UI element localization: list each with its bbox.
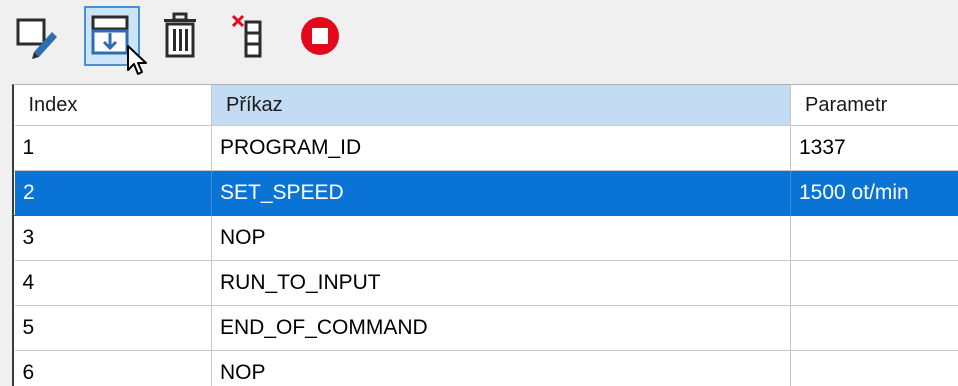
cell-index[interactable]: 2 bbox=[15, 171, 212, 216]
table-row[interactable]: 1 PROGRAM_ID 1337 bbox=[15, 126, 958, 171]
edit-icon bbox=[12, 12, 60, 60]
header-row: Index Příkaz Parametr bbox=[15, 85, 958, 126]
command-table: Index Příkaz Parametr 1 PROGRAM_ID 1337 … bbox=[14, 85, 958, 386]
cell-command[interactable]: SET_SPEED bbox=[212, 171, 791, 216]
cell-index[interactable]: 5 bbox=[15, 306, 212, 351]
delete-column-button[interactable] bbox=[222, 6, 278, 66]
stop-icon bbox=[298, 14, 342, 58]
cell-command[interactable]: NOP bbox=[212, 351, 791, 386]
column-header-index[interactable]: Index bbox=[15, 85, 212, 126]
table-row-selected[interactable]: 2 SET_SPEED 1500 ot/min bbox=[15, 171, 958, 216]
delete-button[interactable] bbox=[152, 6, 208, 66]
cell-index[interactable]: 3 bbox=[15, 216, 212, 261]
cell-parameter[interactable] bbox=[791, 306, 958, 351]
table-row[interactable]: 3 NOP bbox=[15, 216, 958, 261]
cell-parameter[interactable] bbox=[791, 261, 958, 306]
table-row[interactable]: 5 END_OF_COMMAND bbox=[15, 306, 958, 351]
delete-column-icon bbox=[230, 12, 270, 60]
edit-button[interactable] bbox=[8, 6, 64, 66]
cell-command[interactable]: PROGRAM_ID bbox=[212, 126, 791, 171]
trash-icon bbox=[160, 12, 200, 60]
cell-parameter[interactable] bbox=[791, 351, 958, 386]
cell-index[interactable]: 6 bbox=[15, 351, 212, 386]
cell-parameter[interactable]: 1500 ot/min bbox=[791, 171, 958, 216]
column-header-parameter[interactable]: Parametr bbox=[791, 85, 958, 126]
insert-below-icon bbox=[89, 13, 135, 59]
cell-index[interactable]: 4 bbox=[15, 261, 212, 306]
cell-parameter[interactable]: 1337 bbox=[791, 126, 958, 171]
cell-index[interactable]: 1 bbox=[15, 126, 212, 171]
cell-command[interactable]: RUN_TO_INPUT bbox=[212, 261, 791, 306]
insert-below-button[interactable] bbox=[84, 6, 140, 66]
table-row[interactable]: 6 NOP bbox=[15, 351, 958, 386]
cell-command[interactable]: END_OF_COMMAND bbox=[212, 306, 791, 351]
cell-parameter[interactable] bbox=[791, 216, 958, 261]
cell-command[interactable]: NOP bbox=[212, 216, 791, 261]
column-header-command[interactable]: Příkaz bbox=[212, 85, 791, 126]
toolbar bbox=[0, 0, 958, 80]
stop-button[interactable] bbox=[292, 6, 348, 66]
table-row[interactable]: 4 RUN_TO_INPUT bbox=[15, 261, 958, 306]
command-grid[interactable]: Index Příkaz Parametr 1 PROGRAM_ID 1337 … bbox=[12, 84, 958, 386]
